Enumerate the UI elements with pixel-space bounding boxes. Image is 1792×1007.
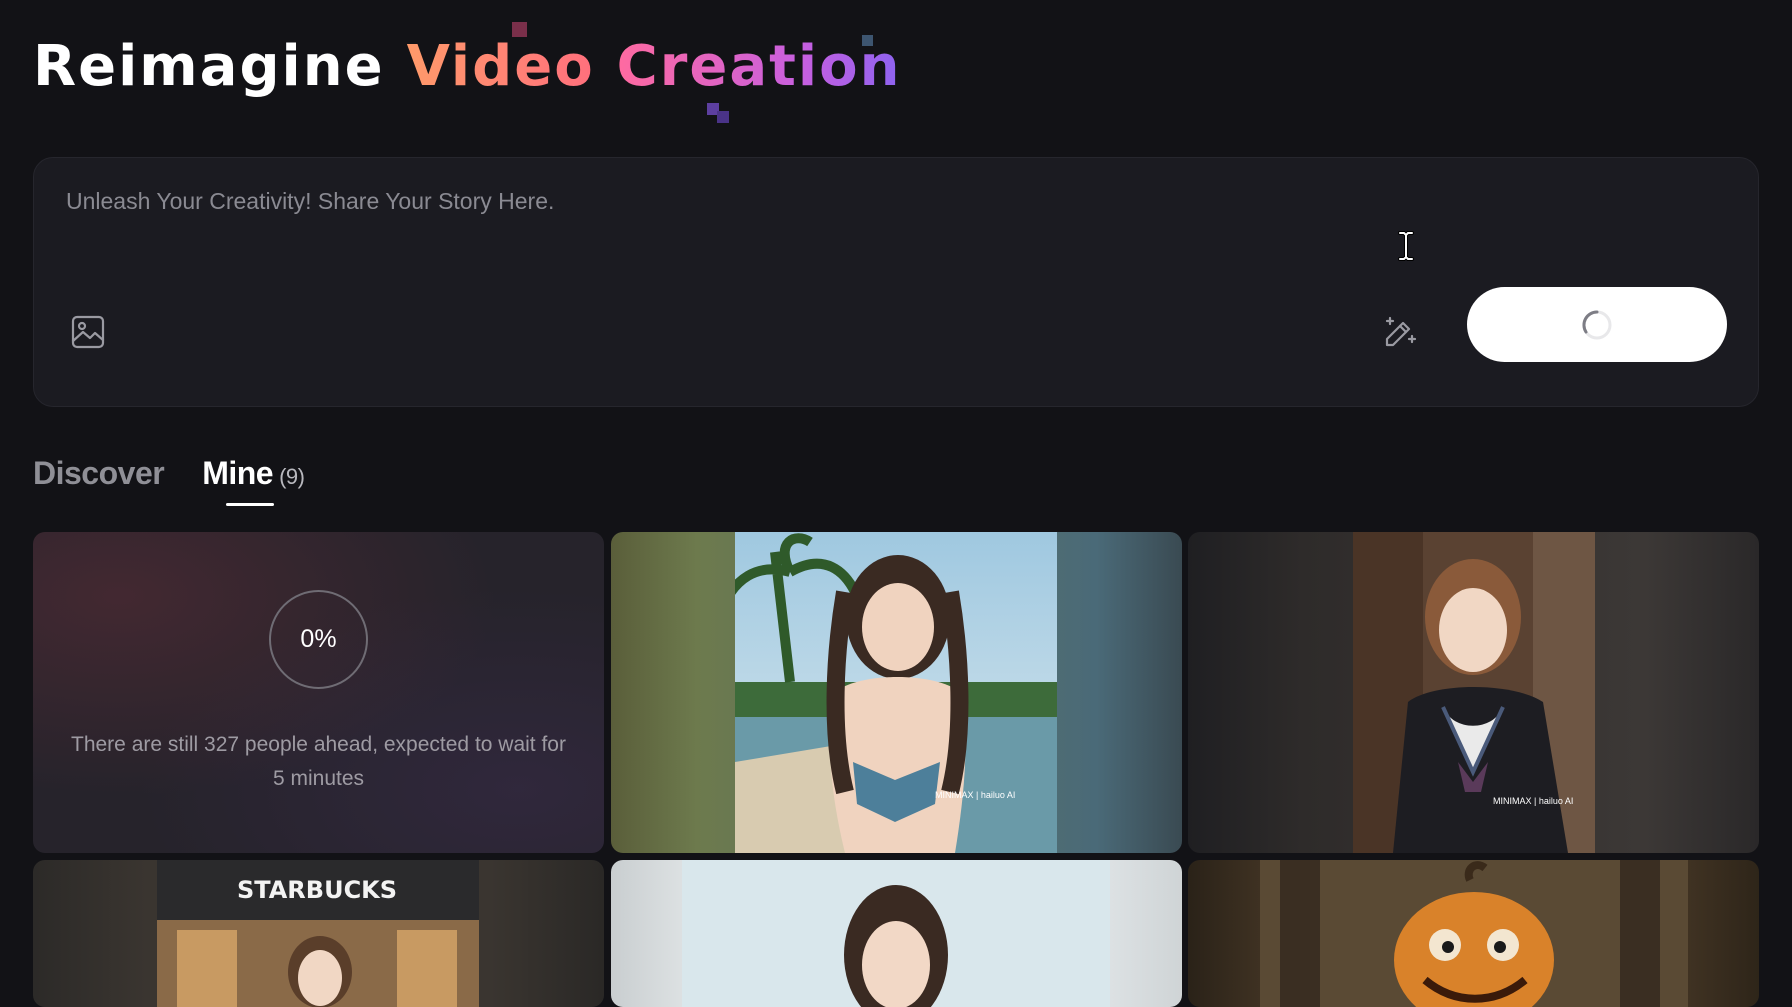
story-prompt-input[interactable] [66, 188, 1366, 248]
text-cursor-icon [1398, 231, 1414, 261]
upload-image-button[interactable] [68, 312, 108, 352]
prompt-box [33, 157, 1759, 407]
title-word-video: Video [406, 34, 595, 99]
video-thumbnail: MINIMAX | hailuo AI [735, 532, 1057, 853]
progress-ring: 0% [269, 590, 368, 689]
title-word-reimagine: Reimagine [33, 34, 385, 99]
tab-discover[interactable]: Discover [33, 455, 165, 492]
tab-mine-label: Mine [202, 455, 274, 491]
video-card[interactable]: MINIMAX | hailuo AI [611, 532, 1182, 853]
video-card[interactable] [1188, 860, 1759, 1007]
video-thumbnail: MINIMAX | hailuo AI [1353, 532, 1595, 853]
page-title: Reimagine Video Creation [33, 34, 901, 99]
video-card[interactable]: MINIMAX | hailuo AI [1188, 532, 1759, 853]
image-icon [71, 315, 105, 349]
magic-wand-icon [1385, 316, 1417, 347]
gallery-tabs: Discover Mine (9) [33, 455, 305, 492]
enhance-prompt-button[interactable] [1378, 310, 1422, 354]
app-page: Reimagine Video Creation Unleash Your Cr… [0, 0, 1792, 1007]
queue-status-card: 0% There are still 327 people ahead, exp… [33, 532, 604, 853]
video-thumbnail [1260, 860, 1688, 1007]
progress-percent: 0% [300, 625, 337, 653]
tab-mine-count: (9) [279, 464, 305, 489]
tab-mine[interactable]: Mine (9) [202, 455, 305, 492]
video-thumbnail [682, 860, 1110, 1007]
svg-text:MINIMAX | hailuo AI: MINIMAX | hailuo AI [1493, 796, 1573, 806]
loading-spinner-icon [1582, 309, 1612, 339]
decor-pixel [717, 111, 729, 123]
svg-text:MINIMAX | hailuo AI: MINIMAX | hailuo AI [935, 790, 1015, 800]
generate-button[interactable] [1467, 287, 1727, 362]
title-word-creation: Creation [616, 34, 902, 99]
active-tab-indicator [226, 503, 274, 506]
video-thumbnail: STARBUCKS [157, 860, 479, 1007]
video-card[interactable] [611, 860, 1182, 1007]
queue-message: There are still 327 people ahead, expect… [71, 733, 566, 790]
starbucks-sign-text: STARBUCKS [237, 876, 397, 904]
video-card[interactable]: STARBUCKS [33, 860, 604, 1007]
